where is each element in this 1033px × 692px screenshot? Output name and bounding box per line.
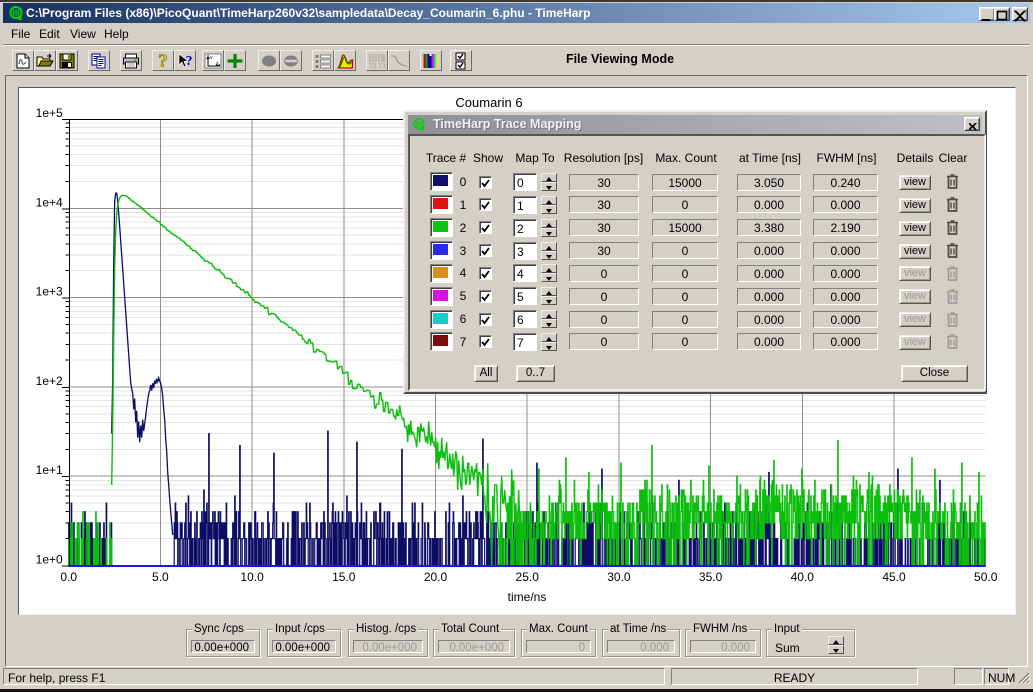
svg-text:1e+3: 1e+3: [36, 285, 63, 299]
svg-text:1e+2: 1e+2: [36, 374, 63, 388]
svg-text:10.0: 10.0: [240, 570, 264, 584]
svg-text:T2 T3: T2 T3: [369, 63, 386, 69]
svg-text:40.0: 40.0: [791, 570, 815, 584]
svg-text:50.0: 50.0: [974, 570, 998, 584]
svg-text:5.0: 5.0: [152, 570, 169, 584]
svg-text:Coumarin 6: Coumarin 6: [455, 95, 522, 110]
svg-text:45.0: 45.0: [882, 570, 906, 584]
svg-text:1e+5: 1e+5: [36, 106, 63, 120]
svg-text:15.0: 15.0: [332, 570, 356, 584]
svg-text:1e+1: 1e+1: [36, 463, 63, 477]
svg-text:?: ?: [158, 53, 168, 69]
svg-text:0.0: 0.0: [60, 570, 77, 584]
svg-text:25.0: 25.0: [516, 570, 540, 584]
svg-text:1e+4: 1e+4: [36, 195, 63, 209]
svg-text:1e+0: 1e+0: [36, 553, 63, 567]
svg-text:30.0: 30.0: [607, 570, 631, 584]
svg-text:20.0: 20.0: [424, 570, 448, 584]
svg-text:time/ns: time/ns: [508, 590, 547, 604]
svg-text:35.0: 35.0: [699, 570, 723, 584]
